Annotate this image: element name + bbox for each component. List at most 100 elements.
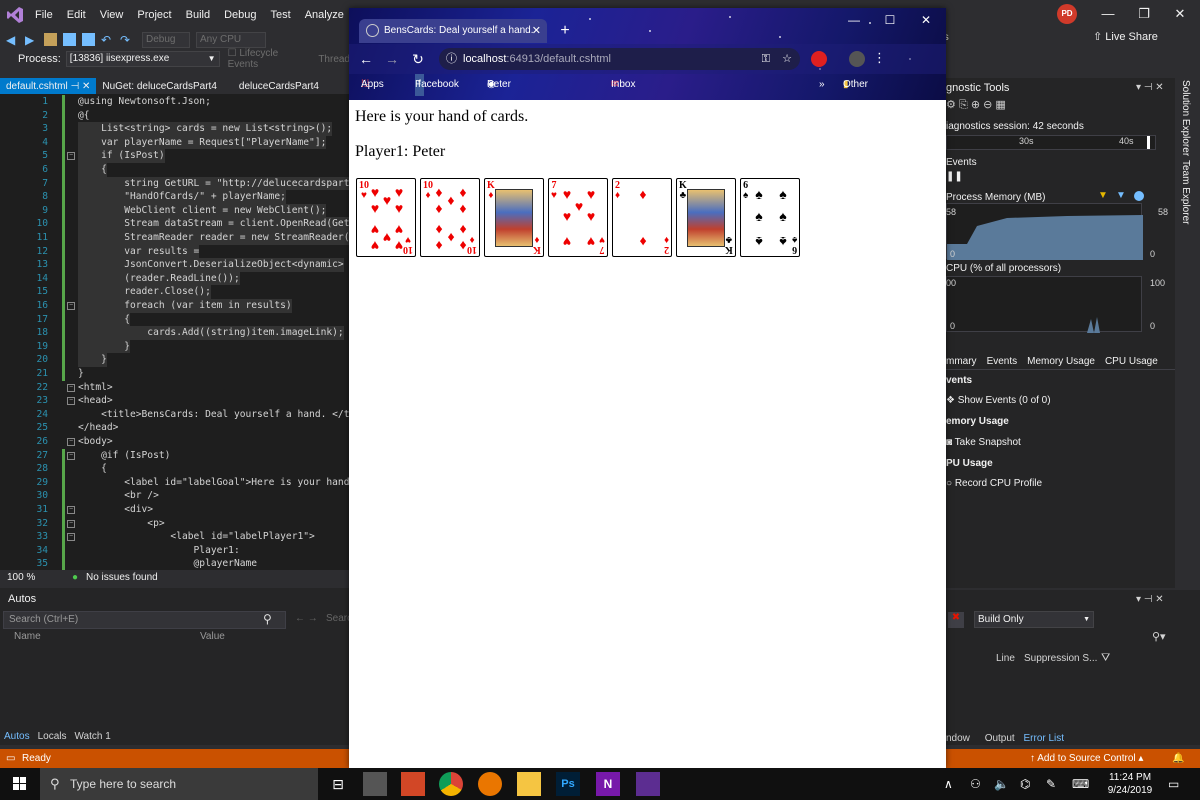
search-icon[interactable]: ⚲▾ (1152, 630, 1166, 643)
vs-minimize-button[interactable]: — (1090, 0, 1126, 28)
close-tab-icon[interactable]: ✕ (532, 19, 541, 43)
memory-chart[interactable] (946, 203, 1143, 260)
cpu-chart[interactable] (946, 276, 1142, 333)
back-arrow-icon[interactable]: ← (357, 50, 375, 68)
code-line[interactable]: 11 StreamReader reader = new StreamReade… (0, 231, 350, 245)
code-line[interactable]: 16 foreach (var item in results) (0, 299, 350, 313)
calculator-icon[interactable] (363, 772, 387, 796)
notification-icon[interactable]: 🔔 (1172, 749, 1184, 768)
tab-events[interactable]: Events (982, 353, 1023, 369)
timeline-ruler[interactable]: 30s 40s (946, 135, 1156, 150)
code-line[interactable]: 21} (0, 367, 350, 381)
code-line[interactable]: 5 if (IsPost) (0, 149, 350, 163)
menu-project[interactable]: Project (130, 0, 178, 30)
fold-toggle-icon[interactable]: − (67, 451, 75, 460)
volume-icon[interactable]: 🔈 (994, 777, 1009, 791)
code-line[interactable]: 25 </head> (0, 421, 350, 435)
code-line[interactable]: 35 @playerName (0, 557, 350, 570)
code-line[interactable]: 3 List<string> cards = new List<string>(… (0, 122, 350, 136)
export-icon[interactable]: ⎘ (959, 99, 968, 111)
search-icon[interactable]: ⚲ (263, 612, 272, 626)
forward-arrow-icon[interactable]: → (383, 50, 401, 68)
record-cpu-link[interactable]: ○ Record CPU Profile (946, 478, 1042, 489)
platform-dropdown[interactable]: Any CPU (196, 31, 266, 48)
team-explorer-tab[interactable]: Team Explorer (1180, 160, 1191, 224)
forward-icon[interactable]: ▶ (25, 33, 38, 47)
browser-tab[interactable]: BensCards: Deal yourself a hand. ✕ (359, 19, 547, 43)
settings-icon[interactable]: ⚙ (946, 99, 956, 111)
col-suppression[interactable]: Suppression S... (1024, 653, 1097, 664)
fold-toggle-icon[interactable]: − (67, 533, 75, 542)
reload-icon[interactable]: ↻ (409, 50, 427, 68)
menu-test[interactable]: Test (264, 0, 298, 30)
tab-default-cshtml[interactable]: default.cshtml ⊣ ✕ (0, 78, 97, 95)
chrome-app-icon[interactable] (439, 772, 463, 796)
code-line[interactable]: 18 cards.Add((string)item.imageLink); (0, 326, 350, 340)
menu-debug[interactable]: Debug (217, 0, 263, 30)
code-line[interactable]: 9 WebClient client = new WebClient(); (0, 203, 350, 218)
code-line[interactable]: 22 <html> (0, 381, 350, 395)
extension-icon[interactable] (811, 51, 827, 67)
chrome-maximize-button[interactable]: ☐ (870, 8, 910, 32)
more-menu-icon[interactable]: ⋮ (873, 50, 886, 66)
profile-avatar[interactable] (849, 51, 865, 67)
visual-studio-taskbar-icon[interactable] (636, 772, 660, 796)
tab-memory-usage[interactable]: Memory Usage (1022, 353, 1100, 369)
col-line[interactable]: Line (996, 653, 1015, 664)
solution-explorer-tab[interactable]: Solution Explorer (1180, 80, 1191, 156)
menu-file[interactable]: File (28, 0, 60, 30)
code-line[interactable]: 13 JsonConvert.DeserializeObject<dynamic… (0, 258, 350, 272)
action-center-icon[interactable]: ▭ (1168, 777, 1179, 791)
build-only-dropdown[interactable]: Build Only ▼ (974, 611, 1094, 628)
take-snapshot-link[interactable]: ◙ Take Snapshot (946, 437, 1021, 448)
col-name[interactable]: Name (14, 631, 41, 642)
fold-toggle-icon[interactable]: − (67, 506, 75, 514)
autos-search-input[interactable]: Search (Ctrl+E) (3, 611, 286, 629)
tab-watch1[interactable]: Watch 1 (70, 729, 114, 745)
tab-error-list[interactable]: Error List (1024, 733, 1065, 744)
taskbar-clock[interactable]: 11:24 PM 9/24/2019 (1100, 771, 1160, 797)
code-line[interactable]: 2 @{ (0, 109, 350, 123)
code-line[interactable]: 6 { (0, 163, 350, 177)
tab-cpu-usage[interactable]: CPU Usage (1100, 353, 1163, 369)
code-line[interactable]: 14 (reader.ReadLine()); (0, 271, 350, 286)
open-folder-icon[interactable] (44, 33, 57, 46)
save-icon[interactable] (63, 33, 76, 46)
code-line[interactable]: 34 Player1: (0, 544, 350, 558)
code-line[interactable]: 28 { (0, 462, 350, 476)
code-line[interactable]: 31 <div> (0, 503, 350, 517)
code-line[interactable]: 33 <label id="labelPlayer1"> (0, 530, 350, 544)
code-line[interactable]: 20 } (0, 353, 350, 367)
network-icon[interactable]: ⌬ (1020, 777, 1030, 791)
tab-output[interactable]: Output (985, 733, 1015, 744)
code-line[interactable]: 12 var results = (0, 244, 350, 259)
save-all-icon[interactable] (82, 33, 95, 46)
code-line[interactable]: 19 } (0, 339, 350, 354)
code-line[interactable]: 30 <br /> (0, 489, 350, 503)
tab-locals[interactable]: Locals (34, 729, 71, 745)
code-line[interactable]: 29 <label id="labelGoal">Here is your ha… (0, 476, 350, 490)
chrome-minimize-button[interactable]: — (834, 8, 874, 32)
fold-toggle-icon[interactable]: − (67, 397, 75, 406)
pause-icon[interactable]: ❚❚ (946, 171, 963, 182)
code-line[interactable]: 15 reader.Close(); (0, 285, 350, 299)
fold-toggle-icon[interactable]: − (67, 519, 75, 528)
fold-toggle-icon[interactable]: − (67, 302, 75, 310)
paint-app-icon[interactable] (401, 772, 425, 796)
menu-view[interactable]: View (93, 0, 131, 30)
code-line[interactable]: 26 <body> (0, 435, 350, 449)
filter-funnel-icon[interactable]: ⛛ (1101, 652, 1110, 665)
zoom-level[interactable]: 100 % (7, 570, 35, 586)
fold-toggle-icon[interactable]: − (67, 152, 75, 161)
menu-build[interactable]: Build (179, 0, 217, 30)
errlist-panel-controls[interactable]: ▾ ⊣ ✕ (1136, 594, 1164, 605)
zoom-out-icon[interactable]: ⊖ (983, 99, 992, 111)
photoshop-icon[interactable]: Ps (556, 772, 580, 796)
col-value[interactable]: Value (200, 631, 225, 642)
pen-icon[interactable]: ✎ (1046, 777, 1056, 791)
code-editor[interactable]: 1 @using Newtonsoft.Json; 2 @{3 List<string… (0, 94, 350, 570)
address-bar[interactable]: ⓘ localhost:64913/default.cshtml ⚿ ☆ (439, 48, 800, 70)
file-explorer-icon[interactable] (517, 772, 541, 796)
fold-toggle-icon[interactable]: − (67, 438, 75, 446)
start-button[interactable] (0, 768, 40, 800)
